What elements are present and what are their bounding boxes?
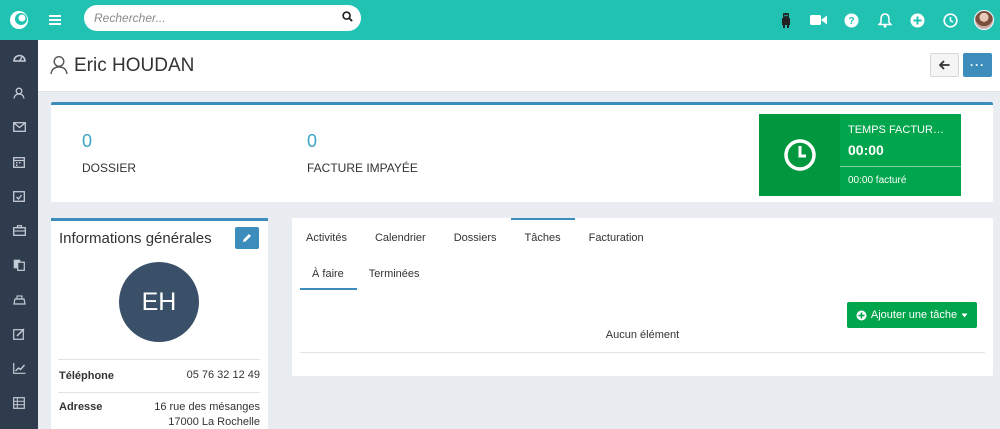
address-label: Adresse — [59, 401, 103, 413]
billed-time-title: TEMPS FACTUR… — [848, 124, 944, 136]
tab-taches[interactable]: Tâches — [510, 218, 575, 256]
plus-circle-icon[interactable] — [901, 0, 934, 40]
clock-icon[interactable] — [934, 0, 967, 40]
tab-activites[interactable]: Activités — [292, 218, 361, 256]
billing-icon[interactable] — [0, 283, 38, 318]
top-icons: ? — [769, 0, 1000, 40]
dashboard-icon[interactable] — [0, 41, 38, 76]
tab-calendrier[interactable]: Calendrier — [361, 218, 440, 256]
billed-time-value: 00:00 — [848, 142, 884, 158]
edit-button[interactable] — [235, 227, 259, 249]
pencil-icon — [243, 234, 251, 242]
search-bar — [84, 5, 361, 31]
back-button[interactable] — [930, 53, 959, 77]
add-task-label: Ajouter une tâche — [870, 309, 958, 321]
subtab-terminees[interactable]: Terminées — [357, 260, 433, 290]
documents-icon[interactable] — [0, 248, 38, 283]
phone-value[interactable]: 05 76 32 12 49 — [187, 368, 260, 383]
address-line-2: 17000 La Rochelle — [168, 416, 260, 428]
avatar: EH — [119, 262, 199, 342]
contact-icon — [50, 55, 69, 80]
chart-icon[interactable] — [0, 352, 38, 387]
subtab-a-faire[interactable]: À faire — [300, 260, 357, 290]
briefcase-icon[interactable] — [0, 214, 38, 249]
divider — [58, 359, 260, 360]
general-info-card: Informations générales EH Téléphone 05 7… — [51, 218, 268, 429]
search-icon[interactable] — [342, 9, 353, 27]
top-bar: ? — [0, 0, 1000, 40]
clock-icon — [759, 114, 840, 196]
help-icon[interactable]: ? — [835, 0, 868, 40]
divider — [58, 392, 260, 393]
billed-time-card: TEMPS FACTUR… 00:00 00:00 facturé — [759, 114, 961, 196]
unpaid-invoice-label: FACTURE IMPAYÉE — [307, 161, 418, 175]
address-value: 16 rue des mésanges 17000 La Rochelle — [154, 400, 260, 429]
stats-card: 0 DOSSIER 0 FACTURE IMPAYÉE TEMPS FACTUR… — [51, 102, 993, 202]
page-header: Eric HOUDAN ··· — [38, 40, 1000, 92]
billed-time-info: TEMPS FACTUR… 00:00 00:00 facturé — [840, 114, 961, 196]
page-title: Eric HOUDAN — [74, 55, 195, 76]
dossier-label: DOSSIER — [82, 161, 137, 175]
caret-down-icon — [961, 313, 968, 317]
tab-bar: Activités Calendrier Dossiers Tâches Fac… — [292, 218, 658, 256]
address-line-1: 16 rue des mésanges — [154, 401, 260, 413]
table-icon[interactable] — [0, 386, 38, 421]
menu-icon[interactable] — [38, 0, 72, 40]
phone-label: Téléphone — [59, 370, 115, 382]
tasks-icon[interactable] — [0, 179, 38, 214]
empty-state: Aucun élément — [605, 329, 680, 341]
dossier-count[interactable]: 0 — [82, 131, 92, 152]
video-icon[interactable] — [802, 0, 835, 40]
unpaid-invoice-count[interactable]: 0 — [307, 131, 317, 152]
arrow-left-icon — [939, 60, 950, 70]
activity-panel: Activités Calendrier Dossiers Tâches Fac… — [292, 218, 993, 376]
divider — [300, 352, 985, 353]
divider — [840, 166, 961, 167]
contacts-icon[interactable] — [0, 76, 38, 111]
general-info-title: Informations générales — [59, 230, 212, 247]
sidebar — [0, 40, 38, 429]
avatar-image — [973, 10, 994, 30]
subtab-bar: À faire Terminées — [300, 260, 433, 290]
billed-time-footer: 00:00 facturé — [848, 175, 907, 186]
more-button[interactable]: ··· — [963, 53, 992, 77]
logo-icon[interactable] — [0, 0, 38, 40]
bell-icon[interactable] — [868, 0, 901, 40]
search-input[interactable] — [94, 11, 342, 25]
plus-circle-icon — [856, 310, 867, 320]
robot-icon[interactable] — [769, 0, 802, 40]
calendar-icon[interactable] — [0, 145, 38, 180]
mail-icon[interactable] — [0, 110, 38, 145]
add-task-button[interactable]: Ajouter une tâche — [847, 302, 977, 328]
svg-text:?: ? — [848, 16, 854, 27]
user-avatar[interactable] — [967, 0, 1000, 40]
tab-facturation[interactable]: Facturation — [575, 218, 658, 256]
edit-icon[interactable] — [0, 317, 38, 352]
tab-dossiers[interactable]: Dossiers — [440, 218, 511, 256]
